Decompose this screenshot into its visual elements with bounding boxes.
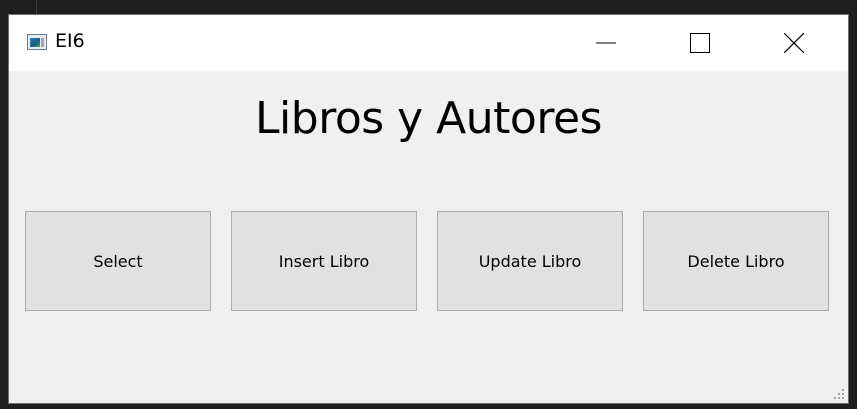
background-code-editor (0, 0, 857, 14)
maximize-button[interactable] (653, 15, 747, 71)
window-title: EI6 (55, 30, 85, 52)
minimize-icon (596, 42, 616, 44)
app-window-icon (27, 34, 47, 50)
update-libro-button[interactable]: Update Libro (437, 211, 623, 311)
editor-gutter-line (36, 0, 37, 14)
select-button[interactable]: Select (25, 211, 211, 311)
resize-grip-icon[interactable] (832, 387, 844, 399)
maximize-icon (690, 33, 710, 53)
close-button[interactable] (747, 15, 841, 71)
app-window: EI6 Libros y Autores Select Insert Libro… (8, 14, 849, 404)
minimize-button[interactable] (559, 15, 653, 71)
page-title: Libros y Autores (255, 93, 602, 144)
title-bar[interactable]: EI6 (9, 15, 848, 71)
close-icon (784, 33, 804, 53)
delete-libro-button[interactable]: Delete Libro (643, 211, 829, 311)
insert-libro-button[interactable]: Insert Libro (231, 211, 417, 311)
